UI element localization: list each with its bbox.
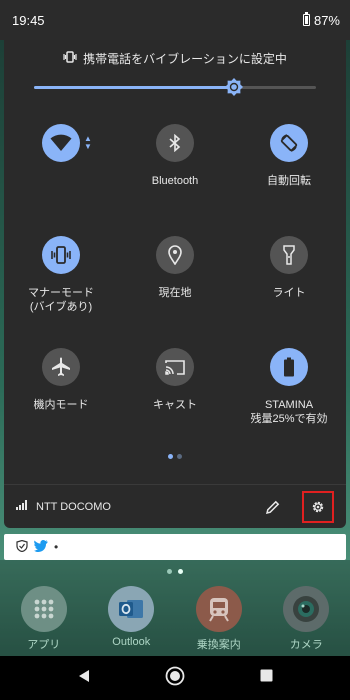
outlook-icon: [108, 586, 155, 632]
tile-label: マナーモード (バイブあり): [28, 287, 94, 313]
app-label: アプリ: [27, 639, 61, 651]
battery-percent: 87%: [313, 12, 340, 28]
wifi-icon: [42, 124, 80, 162]
cast-icon: [156, 348, 194, 386]
shield-icon: [16, 539, 28, 555]
home-button[interactable]: [165, 666, 185, 691]
tile-airplane-mode[interactable]: 機内モード: [4, 344, 118, 456]
apps-icon: [20, 586, 67, 632]
home-icon: [166, 666, 185, 685]
vibrate-small-icon: [63, 51, 77, 66]
tile-wifi[interactable]: ▲ ▼: [4, 120, 118, 232]
camera-icon: [283, 586, 330, 632]
quick-settings-panel: 携帯電話をバイブレーションに設定中 ▲ ▼ Bluetooth 自動回転 マナー…: [4, 40, 346, 528]
tile-label: Bluetooth: [151, 175, 199, 187]
notification-item[interactable]: •: [4, 534, 346, 560]
camera-shortcut[interactable]: カメラ: [263, 586, 350, 652]
navigation-bar: [0, 656, 350, 700]
pencil-icon: [266, 500, 280, 514]
vibrate-status-text: 携帯電話をバイブレーションに設定中: [83, 52, 287, 66]
battery-icon: [302, 12, 310, 26]
back-button[interactable]: [77, 669, 91, 688]
notification-text: •: [54, 540, 59, 554]
tile-manner-mode[interactable]: マナーモード (バイブあり): [4, 232, 118, 344]
recents-button[interactable]: [260, 669, 273, 687]
tile-cast[interactable]: キャスト: [118, 344, 232, 456]
panel-footer: NTT DOCOMO: [4, 484, 346, 528]
signal-icon: [16, 500, 28, 513]
tile-label: 機内モード: [33, 399, 89, 411]
tile-bluetooth[interactable]: Bluetooth: [118, 120, 232, 232]
tile-label: 現在地: [158, 287, 192, 299]
app-drawer-shortcut[interactable]: アプリ: [0, 586, 88, 652]
app-label: 乗換案内: [196, 639, 241, 651]
flashlight-icon: [270, 236, 308, 274]
tile-location[interactable]: 現在地: [118, 232, 232, 344]
carrier-info: NTT DOCOMO: [16, 500, 258, 513]
airplane-icon: [42, 348, 80, 386]
page-dot: [177, 454, 182, 459]
status-time: 19:45: [12, 12, 45, 28]
tile-stamina[interactable]: STAMINA 残量25%で有効: [232, 344, 346, 456]
bluetooth-icon: [156, 124, 194, 162]
brightness-thumb[interactable]: [225, 78, 244, 96]
location-icon: [156, 236, 194, 274]
page-dot-active: [168, 454, 173, 459]
train-app-shortcut[interactable]: 乗換案内: [175, 586, 263, 652]
carrier-name: NTT DOCOMO: [36, 500, 111, 513]
app-label: Outlook: [112, 636, 151, 648]
tile-label: ライト: [272, 287, 306, 299]
vibrate-status-row: 携帯電話をバイブレーションに設定中: [4, 50, 346, 67]
vibrate-icon: [42, 236, 80, 274]
app-label: カメラ: [289, 639, 323, 651]
tile-label: STAMINA 残量25%で有効: [250, 399, 328, 425]
gear-icon: [312, 501, 324, 512]
edit-button[interactable]: [258, 492, 288, 522]
settings-button[interactable]: [302, 490, 334, 523]
outlook-shortcut[interactable]: Outlook: [88, 586, 176, 652]
home-page-indicator: [0, 569, 350, 574]
wifi-activity-icon: ▲ ▼: [84, 134, 92, 151]
home-dock: アプリ Outlook 乗換案内 カメラ: [0, 586, 350, 652]
tile-flashlight[interactable]: ライト: [232, 232, 346, 344]
recents-icon: [260, 669, 273, 682]
tile-auto-rotate[interactable]: 自動回転: [232, 120, 346, 232]
brightness-fill: [34, 86, 235, 89]
status-bar: 19:45 87%: [0, 0, 350, 40]
page-indicator: [4, 454, 346, 459]
tile-label: キャスト: [153, 399, 197, 411]
quick-tiles-grid: ▲ ▼ Bluetooth 自動回転 マナーモード (バイブあり) 現在地 ライ…: [4, 120, 346, 456]
train-icon: [195, 586, 242, 632]
tile-label: 自動回転: [267, 175, 311, 187]
brightness-slider[interactable]: [34, 78, 316, 96]
home-dot-active: [178, 569, 183, 574]
home-dot: [167, 569, 172, 574]
wifi-wrap: ▲ ▼: [42, 120, 92, 162]
battery-saver-icon: [270, 348, 308, 386]
twitter-icon: [34, 539, 48, 555]
back-icon: [79, 669, 90, 682]
status-right: 87%: [302, 12, 340, 28]
auto-rotate-icon: [270, 124, 308, 162]
